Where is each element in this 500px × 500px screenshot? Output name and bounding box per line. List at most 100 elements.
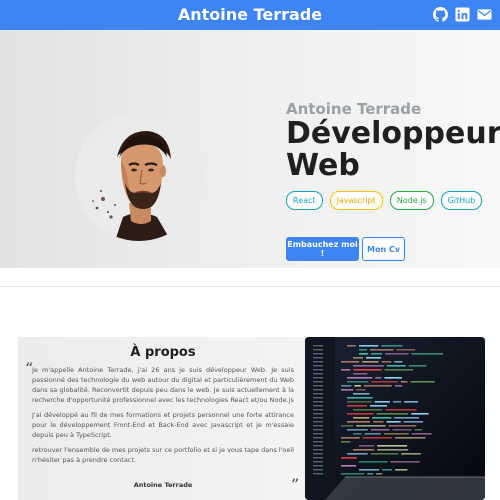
code-line: [341, 465, 357, 467]
code-line: [401, 453, 421, 455]
line-number: [313, 381, 323, 383]
code-line: [341, 473, 365, 475]
code-line: [347, 377, 373, 379]
code-line: [400, 381, 408, 383]
code-line: [353, 393, 370, 395]
code-line: [359, 353, 369, 355]
cv-button[interactable]: Mon Cv: [362, 237, 405, 261]
code-line: [370, 429, 390, 431]
line-number: [313, 401, 323, 403]
code-line: [353, 449, 375, 451]
code-line: [396, 349, 416, 351]
line-number: [313, 449, 323, 451]
tag-react[interactable]: React: [286, 191, 323, 210]
code-line: [408, 365, 427, 367]
code-line: [386, 365, 406, 367]
line-number: [313, 361, 323, 363]
code-line: [411, 413, 429, 415]
code-line: [392, 429, 412, 431]
line-number: [313, 373, 323, 375]
code-line: [367, 473, 374, 475]
code-line: [386, 421, 401, 423]
code-line: [390, 461, 420, 463]
code-line: [347, 381, 369, 383]
section-divider: [0, 286, 500, 287]
line-number: [313, 457, 323, 459]
code-line: [403, 421, 424, 423]
github-icon[interactable]: [433, 7, 448, 22]
brand-title[interactable]: Antoine Terrade: [0, 4, 500, 26]
line-number: [313, 465, 323, 467]
line-number: [313, 389, 323, 391]
mail-icon[interactable]: [477, 7, 492, 22]
about-paragraph: retrouver l'ensemble de mes projets sur …: [32, 446, 294, 464]
code-line: [362, 361, 379, 363]
code-line: [411, 353, 444, 355]
about-title: À propos: [130, 345, 196, 360]
code-line: [354, 385, 361, 387]
code-line: [364, 433, 381, 435]
code-editor-image: [305, 337, 485, 500]
code-screen-image: [305, 337, 485, 500]
code-line: [359, 469, 379, 471]
code-line: [377, 449, 409, 451]
line-number: [313, 429, 323, 431]
code-line: [341, 369, 351, 371]
code-line: [347, 405, 367, 407]
line-number: [313, 473, 323, 475]
code-line: [383, 433, 409, 435]
code-line: [388, 425, 417, 427]
code-line: [377, 445, 408, 447]
code-line: [371, 381, 398, 383]
line-number: [313, 413, 323, 415]
code-line: [353, 357, 363, 359]
code-line: [366, 357, 382, 359]
code-line: [414, 429, 423, 431]
code-line: [341, 385, 352, 387]
code-line: [375, 377, 382, 379]
code-line: [374, 401, 390, 403]
tag-javascript[interactable]: Javascript: [329, 191, 383, 210]
linkedin-icon[interactable]: [455, 7, 470, 22]
code-line: [394, 361, 403, 363]
code-line: [381, 361, 392, 363]
hero-section: Antoine Terrade Développeur Web React Ja…: [0, 30, 500, 268]
about-signature: Antoine Terrade: [133, 481, 193, 489]
code-line: [404, 401, 418, 403]
code-line: [341, 441, 351, 443]
code-line: [394, 417, 419, 419]
avatar: [75, 113, 203, 241]
code-line: [347, 397, 373, 399]
code-line: [371, 353, 382, 355]
tag-github[interactable]: GitHub: [440, 191, 483, 210]
code-line: [362, 437, 392, 439]
code-line: [347, 429, 368, 431]
code-line: [341, 389, 353, 391]
code-line: [394, 437, 426, 439]
code-line: [381, 345, 403, 347]
line-number: [313, 393, 323, 395]
social-links: [433, 7, 492, 22]
code-line: [347, 345, 356, 347]
code-line: [359, 349, 367, 351]
code-line: [353, 365, 384, 367]
code-line: [356, 425, 386, 427]
tag-node[interactable]: Node.js: [389, 191, 434, 210]
line-number: [313, 453, 323, 455]
hire-me-button[interactable]: Embauchez moi !: [286, 237, 359, 261]
code-line: [395, 469, 408, 471]
line-number: [313, 377, 323, 379]
code-line: [353, 409, 383, 411]
code-line: [347, 453, 368, 455]
line-number: [313, 365, 323, 367]
line-number: [313, 441, 323, 443]
code-line: [370, 349, 394, 351]
line-number: [313, 385, 323, 387]
line-number: [313, 397, 323, 399]
code-line: [359, 345, 379, 347]
code-line: [376, 473, 383, 475]
line-number: [313, 405, 323, 407]
line-number: [313, 369, 323, 371]
code-line: [394, 385, 403, 387]
code-line: [353, 433, 362, 435]
